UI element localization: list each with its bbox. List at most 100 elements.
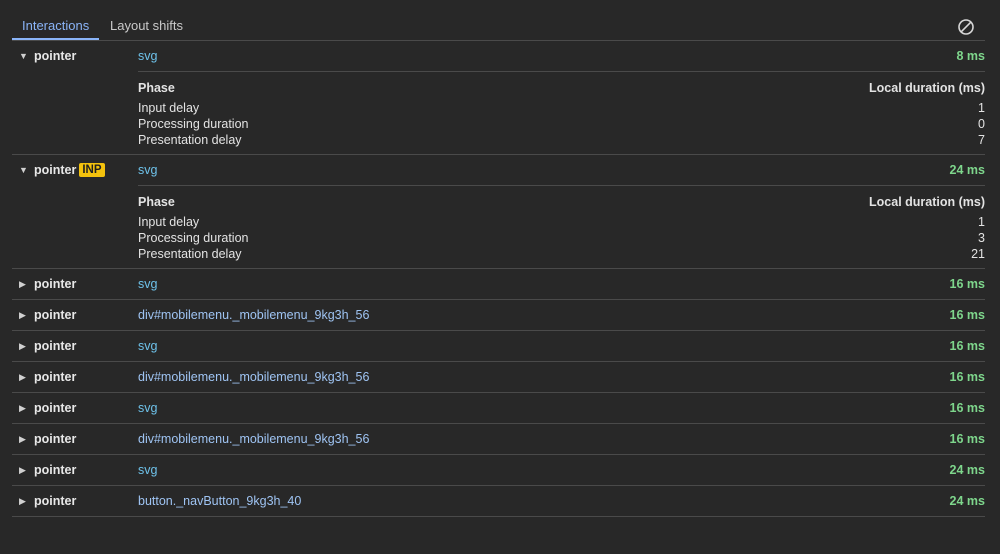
interaction-row-header[interactable]: ▶ pointer div#mobilemenu._mobilemenu_9kg3h… [12,362,985,392]
caret-right-icon[interactable]: ▶ [19,300,29,330]
interaction-row-header[interactable]: ▶ pointer div#mobilemenu._mobilemenu_9kg3h… [12,424,985,454]
caret-right-icon[interactable]: ▶ [19,393,29,423]
interaction-type-label: pointer [34,401,77,415]
interaction-row: ▶ pointer button._navButton_9kg3h_40 24 ms [12,486,985,517]
interaction-target-link[interactable]: svg [138,41,157,71]
phase-table: Phase Local duration (ms) Input delay 1 Proc… [138,185,985,268]
caret-right-icon[interactable]: ▶ [19,424,29,454]
phase-column-header: Phase [138,195,175,209]
duration-column-header: Local duration (ms) [869,81,985,95]
tab-interactions[interactable]: Interactions [12,14,100,40]
phase-duration: 1 [978,215,985,229]
interaction-row-header[interactable]: ▶ pointer svg 16 ms [12,331,985,361]
interaction-row: ▼ pointer INP svg 24 ms Phase Local duration (… [12,155,985,269]
interaction-row: ▼ pointer svg 8 ms Phase Local duration (ms) I… [12,41,985,155]
phase-name: Processing duration [138,117,249,131]
interactions-list: ▼ pointer svg 8 ms Phase Local duration (ms) I… [12,41,985,517]
phase-name: Input delay [138,101,200,115]
interaction-target-link[interactable]: svg [138,393,157,423]
interaction-duration: 16 ms [949,401,985,415]
interaction-type: pointer INP [34,155,105,185]
phase-table-header: Phase Local duration (ms) [138,78,985,98]
phase-row: Input delay 1 [138,214,985,230]
interaction-row: ▶ pointer svg 16 ms [12,269,985,300]
interaction-duration: 8 ms [956,49,986,63]
phase-row: Input delay 1 [138,100,985,116]
interaction-target-link[interactable]: div#mobilemenu._mobilemenu_9kg3h_56 [138,300,369,330]
interaction-duration: 24 ms [949,494,985,508]
phase-column-header: Phase [138,81,175,95]
phase-row: Presentation delay 21 [138,246,985,262]
inp-badge: INP [79,163,105,177]
phase-name: Input delay [138,215,200,229]
interaction-duration: 16 ms [949,432,985,446]
phase-table: Phase Local duration (ms) Input delay 1 Proc… [138,71,985,154]
phase-duration: 7 [978,133,985,147]
interaction-type-label: pointer [34,463,77,477]
caret-right-icon[interactable]: ▶ [19,269,29,299]
interaction-duration: 16 ms [949,308,985,322]
phase-name: Processing duration [138,231,249,245]
phase-duration: 21 [971,247,985,261]
phase-name: Presentation delay [138,247,242,261]
caret-right-icon[interactable]: ▶ [19,331,29,361]
interaction-target-link[interactable]: button._navButton_9kg3h_40 [138,486,301,516]
interaction-type: pointer [34,362,76,392]
interaction-type-label: pointer [34,49,77,63]
interaction-duration: 16 ms [949,339,985,353]
caret-right-icon[interactable]: ▶ [19,486,29,516]
phase-row: Processing duration 0 [138,116,985,132]
interaction-type-label: pointer [34,370,77,384]
interaction-target-link[interactable]: div#mobilemenu._mobilemenu_9kg3h_56 [138,424,369,454]
interaction-target-link[interactable]: svg [138,455,157,485]
interaction-row: ▶ pointer svg 16 ms [12,331,985,362]
interaction-target-link[interactable]: div#mobilemenu._mobilemenu_9kg3h_56 [138,362,369,392]
interaction-target-link[interactable]: svg [138,269,157,299]
interaction-row-header[interactable]: ▶ pointer svg 24 ms [12,455,985,485]
interaction-type: pointer [34,269,76,299]
caret-right-icon[interactable]: ▶ [19,455,29,485]
interaction-type-label: pointer [34,339,77,353]
interaction-type-label: pointer [34,277,77,291]
interaction-row-header[interactable]: ▼ pointer INP svg 24 ms [12,155,985,185]
interaction-type: pointer [34,41,76,71]
interaction-type: pointer [34,331,76,361]
interaction-row-header[interactable]: ▶ pointer svg 16 ms [12,393,985,423]
interaction-type: pointer [34,393,76,423]
phase-name: Presentation delay [138,133,242,147]
duration-column-header: Local duration (ms) [869,195,985,209]
interaction-row-header[interactable]: ▼ pointer svg 8 ms [12,41,985,71]
interaction-type-label: pointer [34,163,77,177]
caret-down-icon[interactable]: ▼ [19,155,29,185]
interaction-row: ▶ pointer svg 16 ms [12,393,985,424]
interaction-duration: 24 ms [949,163,985,177]
interaction-target-link[interactable]: svg [138,155,157,185]
interaction-row: ▶ pointer svg 24 ms [12,455,985,486]
phase-duration: 1 [978,101,985,115]
interaction-target-link[interactable]: svg [138,331,157,361]
interaction-type: pointer [34,300,76,330]
interaction-type-label: pointer [34,432,77,446]
interaction-type: pointer [34,486,76,516]
interaction-type-label: pointer [34,494,77,508]
interaction-row-header[interactable]: ▶ pointer svg 16 ms [12,269,985,299]
phase-row: Presentation delay 7 [138,132,985,148]
caret-right-icon[interactable]: ▶ [19,362,29,392]
interaction-row-header[interactable]: ▶ pointer div#mobilemenu._mobilemenu_9kg3h… [12,300,985,330]
phase-duration: 3 [978,231,985,245]
interaction-duration: 16 ms [949,370,985,384]
tab-layout-shifts[interactable]: Layout shifts [100,14,193,40]
phase-duration: 0 [978,117,985,131]
phase-table-header: Phase Local duration (ms) [138,192,985,212]
interaction-row-header[interactable]: ▶ pointer button._navButton_9kg3h_40 24 ms [12,486,985,516]
tab-bar: Interactions Layout shifts [12,14,985,41]
caret-down-icon[interactable]: ▼ [19,41,29,71]
clear-icon[interactable] [957,18,975,36]
interaction-type: pointer [34,455,76,485]
interaction-row: ▶ pointer div#mobilemenu._mobilemenu_9kg3h… [12,300,985,331]
interaction-type-label: pointer [34,308,77,322]
interaction-type: pointer [34,424,76,454]
interaction-duration: 16 ms [949,277,985,291]
interaction-row: ▶ pointer div#mobilemenu._mobilemenu_9kg3h… [12,362,985,393]
interaction-duration: 24 ms [949,463,985,477]
